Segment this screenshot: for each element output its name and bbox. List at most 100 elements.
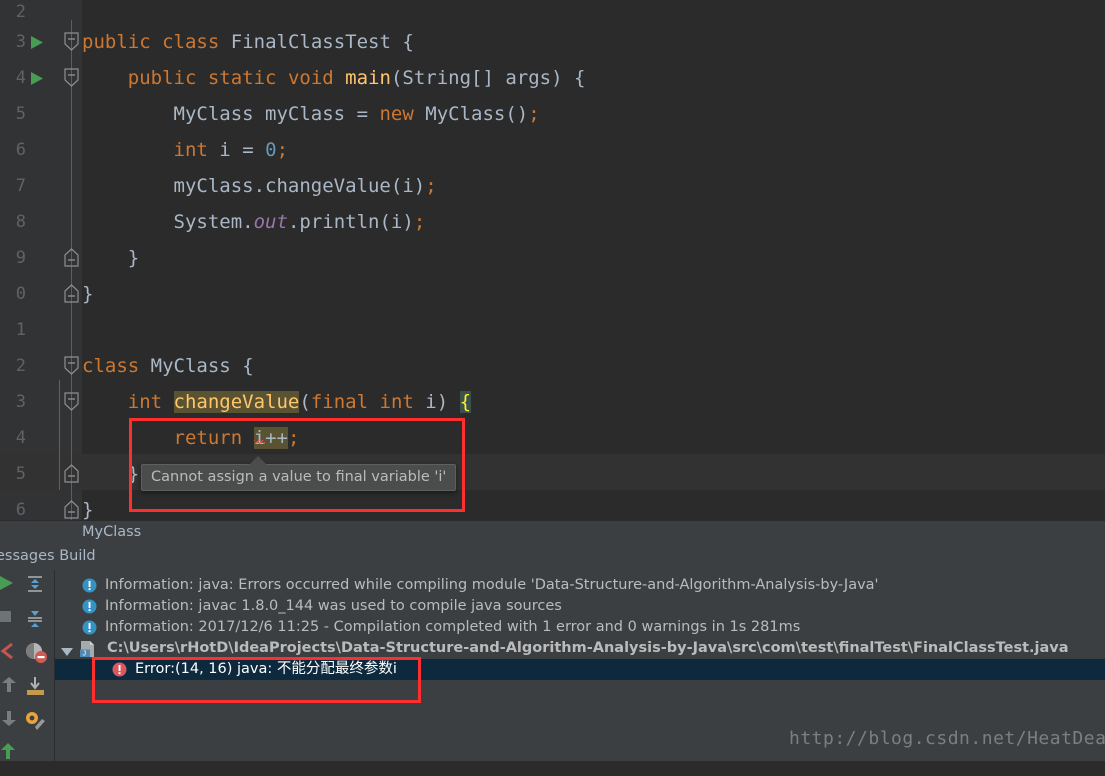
stop-icon[interactable] <box>0 608 22 642</box>
up-arrow-icon[interactable] <box>0 676 22 710</box>
token-keyword: final <box>310 391 369 413</box>
line-number: 3 <box>15 392 26 412</box>
fold-collapse-icon[interactable] <box>63 60 81 96</box>
fold-end-icon[interactable] <box>63 276 81 312</box>
code-line[interactable]: myClass.changeValue(i); <box>82 168 1105 204</box>
message-row-information[interactable]: Information: java: Errors occurred while… <box>55 575 1105 596</box>
breadcrumb-item-myclass[interactable]: MyClass <box>82 524 141 540</box>
line-number: 0 <box>15 284 26 304</box>
token-variable: i <box>219 139 231 161</box>
down-arrow-icon[interactable] <box>0 710 22 744</box>
tool-window-header[interactable]: essages Build <box>0 546 1105 571</box>
token-type: MyClass <box>173 103 254 125</box>
token-variable: myClass <box>173 175 254 197</box>
token-keyword: int <box>127 391 163 413</box>
token-keyword: new <box>379 103 414 125</box>
fold-collapse-icon[interactable] <box>63 348 81 384</box>
token-brace: } <box>82 283 94 305</box>
collapse-all-icon[interactable] <box>24 608 54 642</box>
code-line[interactable]: public static void main(String[] args) { <box>82 60 1105 96</box>
token-type: String <box>402 67 472 89</box>
token-keyword: static <box>207 67 277 89</box>
code-line[interactable]: System.out.println(i); <box>82 204 1105 240</box>
token-type: MyClass <box>425 103 506 125</box>
watermark-url: http://blog.csdn.net/HeatDeath <box>789 728 1105 749</box>
message-row-information[interactable]: Information: 2017/12/6 11:25 - Compilati… <box>55 617 1105 638</box>
line-number: 4 <box>15 428 26 448</box>
hide-warnings-icon[interactable] <box>24 642 54 676</box>
messages-toolbar[interactable] <box>0 570 55 761</box>
message-row-information[interactable]: Information: javac 1.8.0_144 was used to… <box>55 596 1105 617</box>
run-icon[interactable] <box>0 574 22 608</box>
line-number: 6 <box>15 500 26 520</box>
message-row-error[interactable]: Error:(14, 16) java: 不能分配最终参数i <box>55 659 1105 680</box>
token-error-expression: i ++ <box>253 427 288 449</box>
code-line[interactable]: int i = 0; <box>82 132 1105 168</box>
token-method-call: changeValue <box>265 175 391 197</box>
fold-collapse-icon[interactable] <box>63 384 81 420</box>
fold-end-icon[interactable] <box>63 240 81 276</box>
code-text-area[interactable]: public class FinalClassTest { public sta… <box>82 0 1105 520</box>
line-number: 3 <box>15 32 26 52</box>
message-file-path: C:\Users\rHotD\IdeaProjects\Data-Structu… <box>107 640 1069 656</box>
code-line[interactable]: } <box>82 492 1105 520</box>
previous-occurrence-icon[interactable] <box>0 642 22 676</box>
token-number: 0 <box>265 139 277 161</box>
expand-all-icon[interactable] <box>24 574 54 608</box>
token-type: System <box>173 211 243 233</box>
token-brace-highlight: { <box>459 391 472 413</box>
token-brace: } <box>82 499 94 520</box>
token-keyword: int <box>173 139 208 161</box>
token-keyword: public <box>127 67 197 89</box>
token-brace: } <box>127 247 140 269</box>
run-method-icon[interactable] <box>30 60 46 96</box>
message-text: Information: java: Errors occurred while… <box>105 577 879 593</box>
fold-end-icon[interactable] <box>63 492 81 520</box>
token-static-field: out <box>253 211 288 233</box>
token-type: MyClass <box>150 355 231 377</box>
line-number: 6 <box>15 140 26 160</box>
token-keyword: class <box>162 31 220 53</box>
fold-collapse-icon[interactable] <box>63 24 81 60</box>
rerun-icon[interactable] <box>0 742 22 776</box>
code-line[interactable]: return i ++; <box>82 420 1105 456</box>
code-line[interactable]: int changeValue(final int i) { <box>82 384 1105 420</box>
export-to-file-icon[interactable] <box>24 676 54 710</box>
line-number: 5 <box>15 464 26 484</box>
fold-end-icon[interactable] <box>63 456 81 492</box>
token-brace: { <box>574 67 586 89</box>
code-line[interactable]: class MyClass { <box>82 348 1105 384</box>
message-text: Information: javac 1.8.0_144 was used to… <box>105 598 562 614</box>
line-number: 2 <box>15 356 26 376</box>
line-number: 7 <box>15 176 26 196</box>
code-line[interactable]: MyClass myClass = new MyClass(); <box>82 96 1105 132</box>
token-method-call: println <box>299 211 380 233</box>
svg-text:J: J <box>82 649 86 657</box>
breadcrumb-bar[interactable]: MyClass <box>0 520 1105 547</box>
token-variable: myClass <box>265 103 346 125</box>
token-variable: i <box>425 391 437 413</box>
token-keyword: public <box>82 31 151 53</box>
token-method-declaration: changeValue <box>173 391 300 413</box>
error-squiggle-underline <box>253 440 265 444</box>
tab-messages-build[interactable]: essages Build <box>0 548 96 564</box>
line-number: 9 <box>15 248 26 268</box>
line-number: 8 <box>15 212 26 232</box>
error-tooltip: Cannot assign a value to final variable … <box>141 464 457 491</box>
tooltip-pointer-arrow <box>249 456 267 465</box>
line-number: 1 <box>15 320 26 340</box>
token-keyword: void <box>287 67 334 89</box>
token-brace: { <box>242 355 254 377</box>
token-keyword: int <box>379 391 414 413</box>
token-type: FinalClassTest <box>230 31 391 53</box>
run-class-icon[interactable] <box>30 24 46 60</box>
code-line[interactable]: } <box>82 276 1105 312</box>
method-indent-guide <box>59 380 60 490</box>
message-row-file[interactable]: J C:\Users\rHotD\IdeaProjects\Data-Struc… <box>55 638 1105 659</box>
settings-icon[interactable] <box>24 710 54 744</box>
code-line[interactable]: public class FinalClassTest { <box>82 24 1105 60</box>
code-line[interactable]: } <box>82 240 1105 276</box>
code-editor[interactable]: 2 3 4 5 6 7 8 9 0 1 2 3 4 5 6 public cla… <box>0 0 1105 520</box>
token-method: main <box>345 67 391 89</box>
code-line[interactable] <box>82 312 1105 348</box>
